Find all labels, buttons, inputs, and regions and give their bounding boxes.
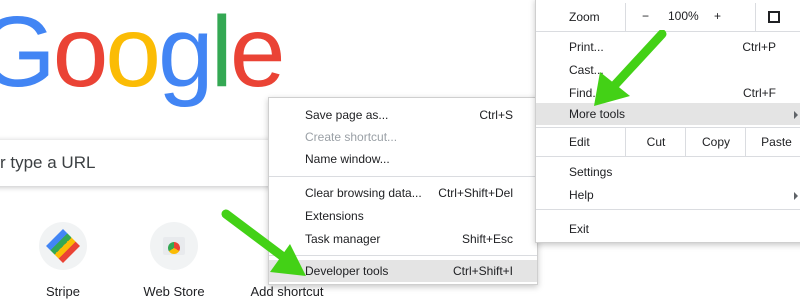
google-logo: Google bbox=[0, 0, 286, 108]
menu-item-shortcut: Ctrl+P bbox=[742, 40, 776, 54]
logo-letter: o bbox=[105, 0, 161, 108]
paste-label: Paste bbox=[761, 135, 792, 149]
menu-item-shortcut: Ctrl+S bbox=[479, 108, 513, 122]
zoom-level: 100% bbox=[668, 9, 699, 23]
logo-letter: G bbox=[0, 0, 56, 108]
menu-item-shortcut: Ctrl+F bbox=[743, 86, 776, 100]
submenu-arrow-icon bbox=[794, 192, 798, 200]
menu-item-name-window[interactable]: Name window... bbox=[269, 148, 537, 170]
green-pointer-arrow-icon bbox=[594, 30, 667, 106]
menu-separator bbox=[269, 176, 537, 177]
fullscreen-icon bbox=[768, 11, 780, 23]
menu-item-create-shortcut: Create shortcut... bbox=[269, 126, 537, 148]
zoom-in-button[interactable]: + bbox=[714, 9, 721, 23]
shortcut-tile bbox=[150, 222, 198, 270]
web-store-icon bbox=[163, 237, 185, 255]
menu-item-clear-browsing-data[interactable]: Clear browsing data... Ctrl+Shift+Del bbox=[269, 182, 537, 204]
menu-item-shortcut: Ctrl+Shift+I bbox=[452, 264, 513, 278]
copy-button[interactable]: Copy bbox=[685, 128, 746, 156]
zoom-label: Zoom bbox=[569, 10, 600, 24]
shortcut-tile bbox=[39, 222, 87, 270]
edit-row: Edit Cut Copy Paste bbox=[536, 128, 800, 156]
menu-item-label: Exit bbox=[569, 222, 590, 236]
menu-item-label: Clear browsing data... bbox=[305, 186, 422, 200]
zoom-row: Zoom − 100% + bbox=[536, 3, 800, 31]
menu-item-help[interactable]: Help bbox=[536, 184, 800, 206]
menu-item-label: Developer tools bbox=[305, 264, 389, 278]
cut-label: Cut bbox=[646, 135, 666, 149]
search-placeholder: r type a URL bbox=[0, 153, 96, 172]
logo-letter: o bbox=[52, 0, 109, 108]
logo-letter: e bbox=[229, 0, 286, 108]
menu-item-label: Help bbox=[569, 188, 594, 202]
menu-separator bbox=[536, 156, 800, 157]
menu-item-label: Settings bbox=[569, 165, 613, 179]
shortcut-stripe[interactable]: Stripe bbox=[13, 222, 113, 299]
menu-separator bbox=[536, 209, 800, 210]
menu-item-shortcut: Shift+Esc bbox=[461, 232, 513, 246]
logo-letter: g bbox=[158, 0, 214, 108]
menu-item-settings[interactable]: Settings bbox=[536, 161, 800, 183]
menu-item-label: Save page as... bbox=[305, 108, 389, 122]
menu-item-shortcut: Ctrl+Shift+Del bbox=[438, 186, 513, 200]
menu-item-label: Create shortcut... bbox=[305, 130, 398, 144]
paste-button[interactable]: Paste bbox=[745, 128, 800, 156]
copy-label: Copy bbox=[701, 135, 730, 149]
submenu-arrow-icon bbox=[794, 111, 798, 119]
cut-button[interactable]: Cut bbox=[625, 128, 686, 156]
menu-item-label: Extensions bbox=[305, 209, 364, 223]
menu-item-save-page[interactable]: Save page as... Ctrl+S bbox=[269, 104, 537, 126]
shortcut-web-store[interactable]: Web Store bbox=[124, 222, 224, 299]
stripe-logo-icon bbox=[46, 229, 80, 263]
menu-item-exit[interactable]: Exit bbox=[536, 218, 800, 240]
shortcut-label: Add shortcut bbox=[250, 284, 324, 299]
menu-item-label: Name window... bbox=[305, 152, 390, 166]
fullscreen-button[interactable] bbox=[755, 3, 800, 31]
green-pointer-arrow-icon bbox=[221, 209, 306, 276]
logo-letter: l bbox=[210, 0, 233, 108]
shortcut-label: Stripe bbox=[46, 284, 80, 299]
menu-item-label: Task manager bbox=[305, 232, 381, 246]
shortcut-label: Web Store bbox=[143, 284, 205, 299]
edit-label: Edit bbox=[569, 135, 590, 149]
zoom-out-button[interactable]: − bbox=[642, 9, 649, 23]
zoom-controls: − 100% + bbox=[625, 3, 756, 31]
